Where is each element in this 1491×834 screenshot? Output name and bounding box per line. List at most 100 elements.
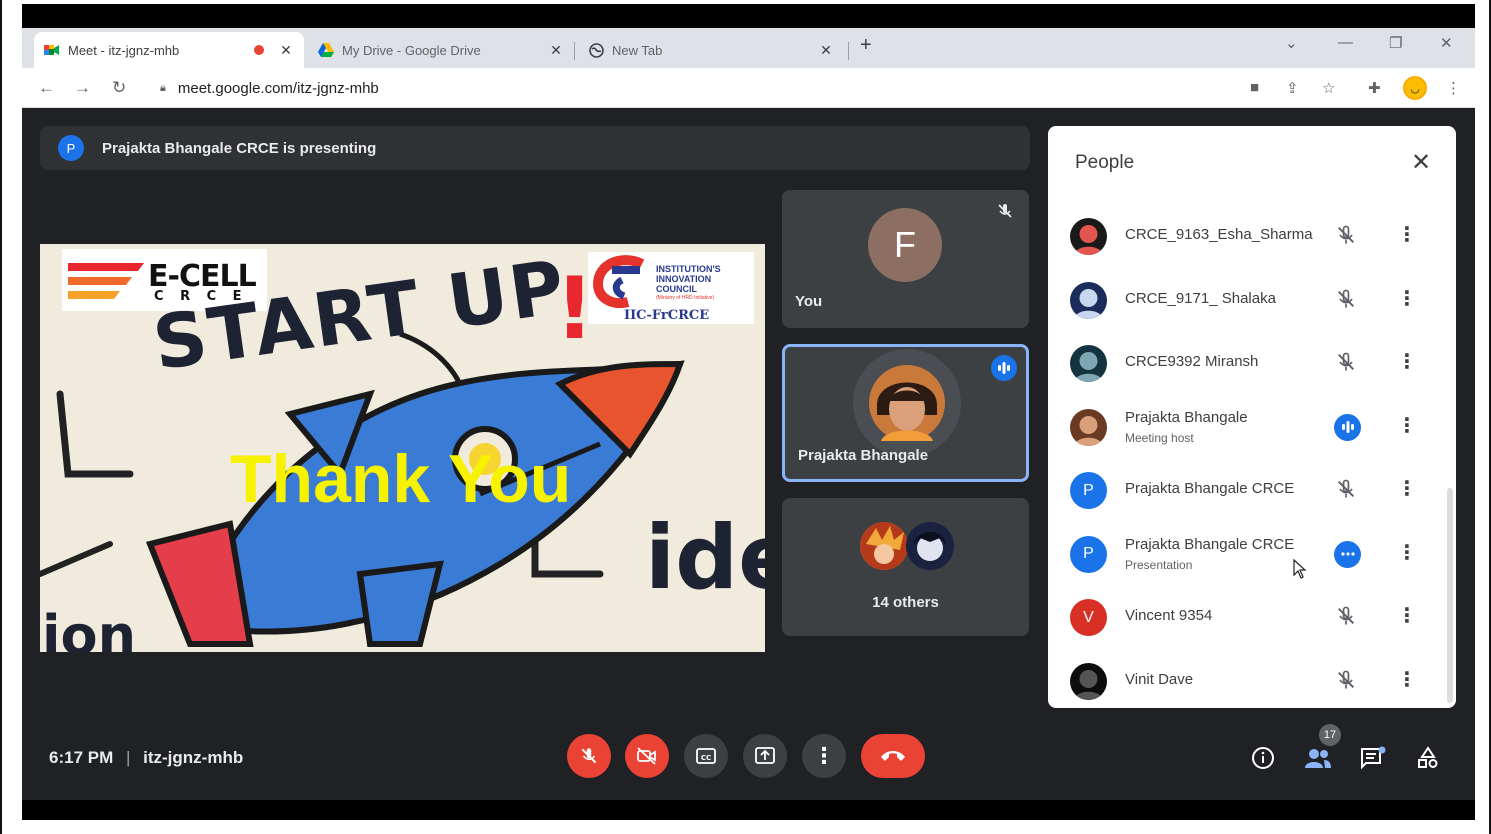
more-horiz-icon[interactable] — [1334, 540, 1361, 568]
participant-row[interactable]: V Vincent 9354 ⋮ — [1048, 585, 1448, 649]
screenshot-frame: Meet - itz-jgnz-mhb ✕ My Drive - Google … — [0, 0, 1491, 834]
participant-name: Vincent 9354 — [1125, 607, 1213, 624]
close-window-button[interactable]: ✕ — [1440, 34, 1453, 52]
more-options-button[interactable]: ⋮ — [802, 734, 846, 778]
captions-button[interactable]: CC — [684, 734, 728, 778]
url-text: meet.google.com/itz-jgnz-mhb — [177, 80, 379, 97]
mic-toggle-button[interactable] — [567, 734, 611, 778]
meet-icon — [44, 42, 60, 58]
tab-title: My Drive - Google Drive — [342, 42, 481, 58]
info-icon — [1252, 747, 1274, 769]
people-scrollbar[interactable] — [1447, 488, 1453, 703]
others-tile[interactable]: 14 others — [782, 498, 1029, 636]
self-label: You — [795, 293, 823, 310]
participant-name: Prajakta Bhangale CRCE — [1125, 535, 1295, 553]
tab-meet[interactable]: Meet - itz-jgnz-mhb ✕ — [34, 32, 304, 68]
tab-search-icon[interactable]: ⌄ — [1285, 34, 1298, 52]
tab-new[interactable]: New Tab ✕ — [578, 32, 844, 68]
others-label: 14 others — [872, 594, 939, 611]
more-vert-icon[interactable]: ⋮ — [1397, 413, 1417, 438]
people-count-badge: 17 — [1319, 724, 1341, 746]
iic-emblem-icon — [592, 255, 645, 308]
present-now-button[interactable] — [743, 734, 787, 778]
speaker-video-tile[interactable]: Prajakta Bhangale — [782, 344, 1029, 482]
bottom-black-strip — [22, 800, 1475, 820]
participant-row[interactable]: Vinit Dave ⋮ — [1048, 649, 1448, 709]
close-icon[interactable]: ✕ — [1411, 148, 1431, 177]
tab-drive[interactable]: My Drive - Google Drive ✕ — [308, 32, 574, 68]
address-bar: ← → ↻ 🔒︎ meet.google.com/itz-jgnz-mhb ■ … — [22, 68, 1475, 108]
mic-off-icon[interactable] — [1335, 605, 1357, 627]
chat-button[interactable] — [1359, 744, 1387, 772]
participant-name: CRCE9392 Miransh — [1125, 353, 1259, 370]
camera-indicator-icon[interactable]: ■ — [1250, 79, 1259, 96]
speaker-label: Prajakta Bhangale — [798, 447, 929, 464]
more-vert-icon[interactable]: ⋮ — [1397, 476, 1417, 501]
mic-off-icon[interactable] — [1335, 351, 1357, 373]
participant-row[interactable]: P Prajakta Bhangale CRCE Presentation ⋮ — [1048, 522, 1448, 586]
close-tab-icon[interactable]: ✕ — [278, 42, 294, 59]
more-vert-icon[interactable]: ⋮ — [1397, 222, 1417, 247]
hang-up-icon — [881, 751, 905, 761]
close-tab-icon[interactable]: ✕ — [818, 42, 834, 59]
meeting-details-button[interactable] — [1249, 744, 1277, 772]
participant-avatar: P — [1070, 535, 1107, 573]
more-vert-icon[interactable]: ⋮ — [1397, 603, 1417, 628]
participant-name: Prajakta Bhangale — [1125, 408, 1248, 426]
close-tab-icon[interactable]: ✕ — [548, 42, 564, 59]
minimize-button[interactable]: — — [1338, 34, 1353, 51]
tab-separator — [574, 42, 575, 60]
more-vert-icon[interactable]: ⋮ — [1397, 540, 1417, 565]
mouse-cursor-icon — [1293, 558, 1307, 584]
iic-logo: INSTITUTION'S INNOVATION COUNCIL (Minist… — [588, 252, 754, 324]
shared-presentation: E-CELL C R C E INSTITUTION'S INNOVATION … — [40, 244, 765, 652]
people-panel: People ✕ CRCE_9163_Esha_Sharma ⋮ CRCE_9171… — [1048, 126, 1456, 708]
participant-avatar — [1070, 281, 1107, 319]
more-vert-icon[interactable]: ⋮ — [1397, 667, 1417, 692]
browser-menu-icon[interactable]: ⋮ — [1446, 79, 1461, 97]
slide-thank-you-text: Thank You — [230, 441, 572, 517]
participant-row[interactable]: CRCE_9171_ Shalaka ⋮ — [1048, 268, 1448, 332]
leave-call-button[interactable] — [861, 734, 925, 778]
tab-title: New Tab — [612, 42, 663, 58]
bookmark-star-icon[interactable]: ☆ — [1322, 79, 1335, 97]
forward-arrow-icon[interactable]: → — [74, 78, 91, 98]
tab-separator — [848, 42, 849, 60]
profile-avatar[interactable]: ◡ — [1403, 76, 1427, 100]
mic-off-icon[interactable] — [1335, 288, 1357, 310]
ecell-swoosh-icon — [68, 263, 144, 299]
extensions-puzzle-icon[interactable]: ✚ — [1368, 79, 1381, 97]
participant-row[interactable]: P Prajakta Bhangale CRCE ⋮ — [1048, 458, 1448, 522]
people-button[interactable] — [1304, 744, 1332, 772]
reload-icon[interactable]: ↻ — [112, 78, 126, 98]
self-video-tile[interactable]: F You — [782, 190, 1029, 328]
top-black-strip — [22, 4, 1475, 28]
mic-off-icon[interactable] — [1335, 224, 1357, 246]
participant-avatar — [1070, 218, 1107, 255]
new-tab-button[interactable]: + — [860, 34, 872, 57]
tab-strip: Meet - itz-jgnz-mhb ✕ My Drive - Google … — [22, 28, 1475, 68]
back-arrow-icon[interactable]: ← — [38, 78, 55, 98]
participant-avatar — [1070, 662, 1107, 700]
speaker-photo-icon — [869, 365, 945, 441]
mic-off-icon[interactable] — [1335, 478, 1357, 500]
share-icon[interactable]: ⇪ — [1286, 79, 1299, 97]
mic-off-icon[interactable] — [1335, 669, 1357, 691]
closed-captions-icon: CC — [696, 748, 716, 764]
chat-icon — [1361, 746, 1386, 770]
camera-toggle-button[interactable] — [625, 734, 669, 778]
restore-button[interactable]: ❐ — [1389, 34, 1402, 52]
participant-row[interactable]: CRCE_9163_Esha_Sharma ⋮ — [1048, 204, 1448, 268]
presenter-avatar: P — [58, 135, 84, 161]
participant-row[interactable]: CRCE9392 Miransh ⋮ — [1048, 331, 1448, 395]
participant-avatar: V — [1070, 599, 1107, 636]
iic-line-3: COUNCIL — [656, 284, 697, 294]
browser-window: Meet - itz-jgnz-mhb ✕ My Drive - Google … — [22, 4, 1475, 820]
url-field[interactable]: 🔒︎ meet.google.com/itz-jgnz-mhb — [160, 80, 379, 97]
more-vert-icon[interactable]: ⋮ — [1397, 286, 1417, 311]
participant-row[interactable]: Prajakta Bhangale Meeting host ⋮ — [1048, 395, 1448, 459]
more-vert-icon[interactable]: ⋮ — [1397, 349, 1417, 374]
speaker-avatar — [853, 349, 961, 457]
activities-button[interactable] — [1414, 744, 1442, 772]
participant-avatar — [1070, 345, 1107, 382]
